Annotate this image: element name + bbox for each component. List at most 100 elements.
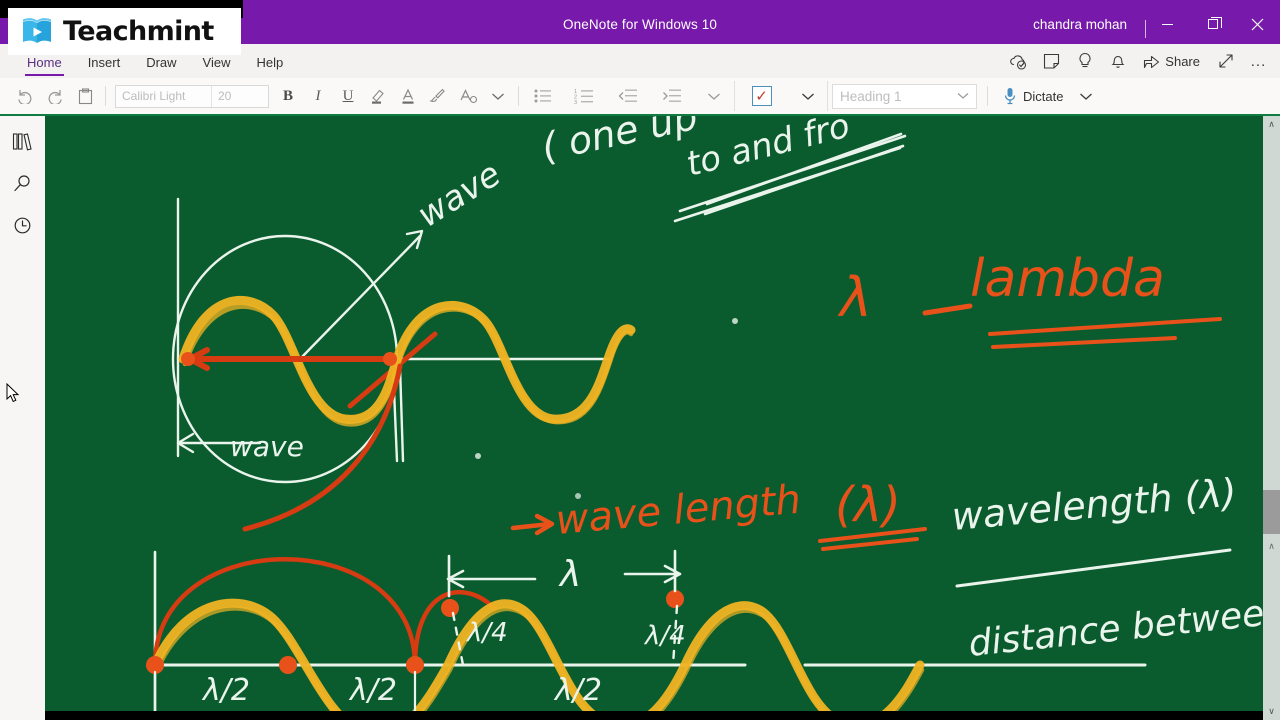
rail-bottom-edge	[0, 711, 45, 720]
teachmint-wordmark: Teachmint	[63, 16, 214, 47]
sidebar-item-search[interactable]	[0, 162, 45, 204]
font-color-icon	[402, 88, 414, 104]
notifications-button[interactable]	[1102, 48, 1133, 74]
font-more-button[interactable]	[483, 81, 513, 111]
paste-button[interactable]	[70, 81, 100, 111]
share-label: Share	[1165, 53, 1200, 69]
format-painter-button[interactable]	[423, 81, 453, 111]
svg-text:wavelength (λ): wavelength (λ)	[950, 470, 1238, 539]
decrease-indent-button[interactable]	[606, 81, 650, 111]
svg-text:λ/2: λ/2	[348, 673, 397, 708]
scroll-mid-arrow[interactable]: ∧	[1263, 538, 1280, 555]
maximize-button[interactable]	[1190, 4, 1235, 44]
scrollbar-thumb[interactable]	[1263, 490, 1280, 534]
paragraph-style-select[interactable]: Heading 1	[832, 83, 977, 109]
restore-icon	[1207, 17, 1222, 29]
svg-text:lambda: lambda	[970, 249, 1165, 309]
sidebar-item-recent[interactable]	[0, 204, 45, 246]
font-color-button[interactable]	[393, 81, 423, 111]
vertical-scrollbar[interactable]: ∧ ∧ ∨	[1263, 116, 1280, 720]
svg-text:wave: wave	[411, 154, 508, 235]
chevron-down-icon	[708, 93, 720, 100]
svg-text:λ: λ	[837, 266, 872, 329]
svg-text:λ/4: λ/4	[643, 621, 686, 651]
svg-text:λ/4: λ/4	[465, 618, 508, 648]
tab-draw[interactable]: Draw	[133, 55, 189, 78]
note-canvas[interactable]: .w { stroke:#eaf4ec; fill:none; stroke-l…	[45, 116, 1280, 720]
italic-button[interactable]: I	[303, 81, 333, 111]
checkbox-tag-icon: ✓	[751, 86, 772, 106]
numbering-button[interactable]: 1 2 3	[562, 81, 606, 111]
tags-more-button[interactable]	[788, 81, 828, 111]
teachmint-book-play-icon	[20, 15, 54, 49]
mouse-cursor	[6, 382, 20, 408]
svg-text:wave length: wave length	[554, 477, 803, 544]
navigation-rail	[0, 116, 45, 720]
undo-button[interactable]	[10, 81, 40, 111]
clear-formatting-button[interactable]	[453, 81, 483, 111]
undo-icon	[18, 89, 32, 104]
redo-button[interactable]	[40, 81, 70, 111]
font-controls: Calibri Light 20	[115, 84, 269, 108]
ribbon-right-actions: Share ...	[1003, 48, 1274, 74]
list-more-button[interactable]	[694, 81, 734, 111]
canvas-bottom-edge	[45, 711, 1263, 720]
clipboard-icon	[78, 87, 92, 104]
svg-text:to and fro: to and fro	[683, 116, 854, 185]
chevron-down-icon	[492, 93, 504, 100]
tab-help[interactable]: Help	[244, 55, 297, 78]
bulleted-list-icon	[534, 89, 551, 103]
dictate-button[interactable]: Dictate	[997, 81, 1069, 111]
share-icon	[1144, 55, 1160, 68]
todo-tag-button[interactable]: ✓	[734, 81, 788, 111]
microphone-icon	[1004, 88, 1016, 105]
recent-notes-clock-icon	[14, 217, 31, 233]
sticky-note-icon	[1044, 53, 1060, 69]
expand-ribbon-button[interactable]	[1210, 48, 1241, 74]
decrease-indent-icon	[618, 89, 637, 102]
diagonal-expand-icon	[1218, 54, 1233, 68]
svg-text:(λ): (λ)	[835, 477, 901, 533]
tab-home[interactable]: Home	[14, 55, 75, 78]
more-options-button[interactable]: ...	[1243, 48, 1274, 74]
notebooks-icon	[12, 132, 32, 150]
chevron-down-icon	[1080, 93, 1093, 100]
minimize-icon	[1162, 23, 1173, 25]
svg-text:wave: wave	[230, 430, 304, 463]
minimize-button[interactable]	[1145, 4, 1190, 44]
account-name[interactable]: chandra mohan	[1033, 0, 1127, 44]
font-name-input[interactable]: Calibri Light	[116, 85, 212, 107]
paintbrush-icon	[429, 88, 445, 103]
tab-view[interactable]: View	[190, 55, 244, 78]
scroll-up-button[interactable]: ∧	[1263, 116, 1280, 133]
search-icon	[14, 174, 30, 191]
close-icon	[1251, 18, 1264, 30]
svg-text:3: 3	[574, 100, 577, 104]
underline-button[interactable]: U	[333, 81, 363, 111]
highlight-button[interactable]	[363, 81, 393, 111]
svg-text:λ/2: λ/2	[201, 673, 250, 708]
redo-icon	[48, 89, 62, 104]
share-button[interactable]: Share	[1135, 48, 1208, 74]
sync-status-button[interactable]	[1003, 48, 1034, 74]
svg-text:distance between: distance between	[967, 591, 1280, 665]
toolbar-separator	[105, 86, 106, 106]
bold-button[interactable]: B	[273, 81, 303, 111]
svg-text:λ/2: λ/2	[553, 673, 602, 708]
bullets-button[interactable]	[524, 81, 562, 111]
close-button[interactable]	[1235, 4, 1280, 44]
whiteboard-ink-layer: .w { stroke:#eaf4ec; fill:none; stroke-l…	[45, 116, 1280, 720]
increase-indent-button[interactable]	[650, 81, 694, 111]
svg-text:( one up: ( one up	[538, 116, 702, 170]
chevron-down-icon	[957, 93, 969, 99]
toolbar-separator-3	[987, 86, 988, 106]
sticky-notes-button[interactable]	[1036, 48, 1067, 74]
increase-indent-icon	[663, 89, 681, 102]
chevron-down-icon	[801, 93, 814, 100]
dictate-more-button[interactable]	[1069, 81, 1103, 111]
font-size-input[interactable]: 20	[212, 86, 268, 107]
scroll-down-button[interactable]: ∨	[1263, 703, 1280, 720]
tab-insert[interactable]: Insert	[75, 55, 134, 78]
sidebar-item-notebooks[interactable]	[0, 120, 45, 162]
tell-me-button[interactable]	[1069, 48, 1100, 74]
